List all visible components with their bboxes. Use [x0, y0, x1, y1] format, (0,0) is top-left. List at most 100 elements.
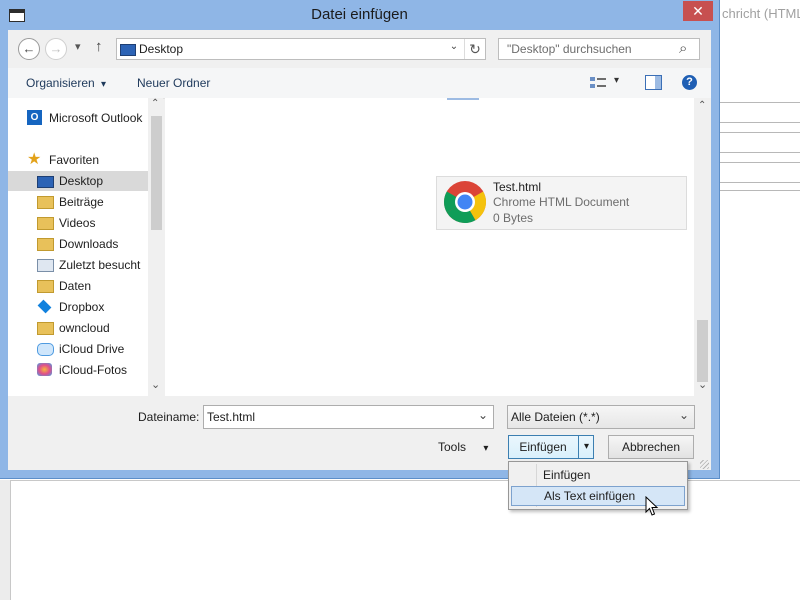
sidebar-item-icloud-drive[interactable]: iCloud Drive	[8, 339, 148, 359]
filename-label: Dateiname:	[138, 410, 200, 424]
file-type-value: Alle Dateien (*.*)	[511, 410, 600, 424]
chevron-down-icon: ▾	[483, 443, 489, 454]
up-button[interactable]: ↑	[95, 38, 103, 55]
view-options-icon	[590, 77, 606, 88]
sidebar-favorites-header[interactable]: ★ Favoriten	[8, 150, 148, 170]
star-icon: ★	[27, 151, 42, 168]
background-divider	[720, 122, 800, 123]
close-button[interactable]: ✕	[683, 1, 713, 21]
background-divider	[720, 102, 800, 103]
refresh-icon: ↻	[469, 41, 481, 57]
cancel-button[interactable]: Abbrechen	[608, 435, 694, 459]
resize-grip[interactable]	[700, 460, 709, 469]
sidebar-item-label: Zuletzt besucht	[59, 258, 141, 272]
search-input[interactable]: "Desktop" durchsuchen ⌕	[498, 38, 700, 60]
address-history-button[interactable]: ⌄	[447, 41, 461, 57]
navigation-pane[interactable]: O Microsoft Outlook ★ Favoriten Desktop B…	[8, 98, 163, 396]
sidebar-item-label: iCloud Drive	[59, 342, 125, 356]
icloud-drive-icon	[37, 343, 54, 356]
sidebar-item-label: Daten	[59, 279, 92, 293]
background-divider	[720, 152, 800, 153]
file-size: 0 Bytes	[493, 211, 534, 225]
background-panel	[0, 480, 11, 600]
chevron-down-icon: ▾	[583, 441, 590, 452]
outlook-icon: O	[27, 110, 42, 125]
background-window-title: chricht (HTML)	[722, 6, 800, 21]
sidebar-item-dropbox[interactable]: Dropbox	[8, 297, 148, 317]
address-text: Desktop	[139, 42, 184, 56]
insert-options-button[interactable]: ▾	[578, 436, 594, 458]
tools-button[interactable]: Tools ▾	[438, 440, 488, 454]
scroll-up-icon: ⌃	[151, 98, 160, 109]
desktop-icon	[37, 176, 54, 188]
refresh-button[interactable]: ↻	[464, 39, 485, 59]
file-list-scroll-thumb[interactable]	[697, 320, 708, 382]
change-view-button[interactable]: ▾	[590, 75, 620, 90]
new-folder-button[interactable]: Neuer Ordner	[137, 76, 210, 90]
chrome-icon	[443, 181, 487, 224]
scroll-down-icon: ⌄	[151, 379, 161, 391]
background-divider	[720, 162, 800, 163]
organize-button[interactable]: Organisieren ▾	[26, 76, 106, 90]
sidebar-item-label: iCloud-Fotos	[59, 363, 128, 377]
dialog-client-area: ← → ▾ ↑ Desktop ⌄ ↻ "Desktop" durchsuche…	[8, 30, 711, 470]
sidebar-item-videos[interactable]: Videos	[8, 213, 148, 233]
file-item[interactable]: Test.html Chrome HTML Document 0 Bytes	[436, 176, 687, 230]
sidebar-item-owncloud[interactable]: owncloud	[8, 318, 148, 338]
sidebar-item-label: Beiträge	[59, 195, 104, 209]
preview-pane-icon	[655, 76, 661, 89]
menu-item-insert[interactable]: Einfügen	[511, 465, 685, 485]
desktop-icon	[120, 44, 136, 56]
scroll-up-icon: ⌃	[698, 100, 707, 111]
sidebar-item-label: Desktop	[59, 174, 104, 188]
file-list[interactable]	[165, 98, 694, 396]
background-divider	[720, 132, 800, 133]
insert-button[interactable]: Einfügen	[509, 436, 577, 458]
file-type: Chrome HTML Document	[493, 195, 630, 209]
sidebar-item-beitr-ge[interactable]: Beiträge	[8, 192, 148, 212]
menu-item-label: Als Text einfügen	[544, 489, 636, 503]
sidebar-item-daten[interactable]: Daten	[8, 276, 148, 296]
folder-icon	[37, 196, 54, 209]
icloud-photos-icon	[37, 363, 52, 376]
mouse-cursor-icon	[645, 496, 659, 516]
recent-places-icon	[37, 259, 54, 272]
recent-locations-button[interactable]: ▾	[75, 40, 81, 53]
sidebar-item-downloads[interactable]: Downloads	[8, 234, 148, 254]
forward-arrow-icon: →	[49, 41, 63, 56]
folder-icon	[37, 280, 54, 293]
navigation-scroll-thumb[interactable]	[151, 116, 162, 230]
preview-pane-button[interactable]	[645, 75, 662, 90]
up-arrow-icon: ↑	[95, 38, 103, 55]
sidebar-item-label: Videos	[59, 216, 96, 230]
insert-split-button[interactable]: Einfügen ▾	[508, 435, 594, 459]
file-type-select[interactable]: Alle Dateien (*.*) ⌄	[507, 405, 695, 429]
close-icon: ✕	[692, 3, 704, 19]
sidebar-item-outlook[interactable]: O Microsoft Outlook	[8, 108, 148, 128]
chevron-down-icon: ⌄	[679, 408, 690, 422]
sidebar-item-label: Favoriten	[49, 153, 100, 167]
address-bar[interactable]: Desktop ⌄ ↻	[116, 38, 486, 60]
folder-icon	[37, 217, 54, 230]
sidebar-item-desktop[interactable]: Desktop	[8, 171, 148, 191]
dialog-title: Datei einfügen	[311, 6, 408, 23]
folder-icon	[37, 322, 54, 335]
back-button[interactable]: ←	[18, 38, 40, 60]
dropbox-icon	[37, 299, 52, 314]
filename-value: Test.html	[207, 410, 256, 424]
command-bar: Organisieren ▾ Neuer Ordner ▾ ?	[8, 68, 711, 99]
sidebar-item-label: Downloads	[59, 237, 119, 251]
chevron-down-icon: ⌄	[478, 408, 489, 422]
help-button[interactable]: ?	[682, 75, 697, 90]
organize-label: Organisieren	[26, 76, 95, 90]
background-divider	[720, 182, 800, 183]
forward-button[interactable]: →	[45, 38, 67, 60]
sidebar-item-icloud-fotos[interactable]: iCloud-Fotos	[8, 360, 148, 380]
search-placeholder: "Desktop" durchsuchen	[507, 42, 632, 56]
chevron-down-icon: ▾	[101, 79, 107, 90]
filename-input[interactable]: Test.html ⌄	[203, 405, 494, 429]
help-icon: ?	[686, 76, 693, 88]
sidebar-item-label: owncloud	[59, 321, 110, 335]
sidebar-item-zuletzt-besucht[interactable]: Zuletzt besucht	[8, 255, 148, 275]
insert-file-dialog: Datei einfügen ✕ ← → ▾ ↑ Desktop ⌄ ↻ "De…	[0, 0, 719, 478]
